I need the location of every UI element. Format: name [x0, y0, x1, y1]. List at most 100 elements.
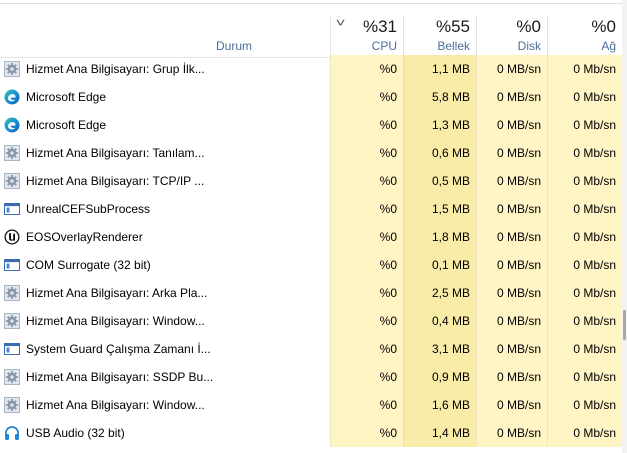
process-name-cell: Hizmet Ana Bilgisayarı: Grup İlk... — [4, 55, 330, 83]
process-row[interactable]: USB Audio (32 bit) %0 1,4 MB 0 MB/sn 0 Mb/sn — [0, 419, 622, 447]
gear-icon — [4, 61, 20, 77]
gear-icon — [4, 397, 20, 413]
column-header-name[interactable]: Durum — [0, 16, 330, 57]
network-usage-cell: 0 Mb/sn — [547, 251, 622, 279]
memory-usage-cell: 3,1 MB — [403, 335, 476, 363]
process-name: Hizmet Ana Bilgisayarı: Window... — [26, 398, 205, 412]
cpu-usage-cell: %0 — [330, 111, 403, 139]
process-name-cell: UnrealCEFSubProcess — [4, 195, 330, 223]
disk-usage-cell: 0 MB/sn — [476, 167, 547, 195]
memory-usage-cell: 0,4 MB — [403, 307, 476, 335]
disk-usage-cell: 0 MB/sn — [476, 111, 547, 139]
process-row[interactable]: System Guard Çalışma Zamanı İ... %0 3,1 MB… — [0, 335, 622, 363]
cpu-usage-cell: %0 — [330, 223, 403, 251]
cpu-usage-cell: %0 — [330, 55, 403, 83]
window-icon — [4, 341, 20, 357]
network-usage-cell: 0 Mb/sn — [547, 139, 622, 167]
process-name: System Guard Çalışma Zamanı İ... — [26, 342, 211, 356]
process-row[interactable]: Hizmet Ana Bilgisayarı: Tanılam... %0 0,6 … — [0, 139, 622, 167]
disk-usage-cell: 0 MB/sn — [476, 363, 547, 391]
window-icon — [4, 257, 20, 273]
process-name: Hizmet Ana Bilgisayarı: SSDP Bu... — [26, 370, 214, 384]
memory-usage-cell: 1,8 MB — [403, 223, 476, 251]
memory-usage-cell: 0,1 MB — [403, 251, 476, 279]
cpu-usage-cell: %0 — [330, 279, 403, 307]
process-row[interactable]: EOSOverlayRenderer %0 1,8 MB 0 MB/sn 0 Mb/sn — [0, 223, 622, 251]
gear-icon — [4, 369, 20, 385]
disk-usage-cell: 0 MB/sn — [476, 279, 547, 307]
unreal-icon — [4, 229, 20, 245]
network-usage-cell: 0 Mb/sn — [547, 419, 622, 447]
process-row[interactable]: UnrealCEFSubProcess %0 1,5 MB 0 MB/sn 0 Mb/s… — [0, 195, 622, 223]
memory-usage-cell: 0,6 MB — [403, 139, 476, 167]
process-name-cell: Hizmet Ana Bilgisayarı: TCP/IP ... — [4, 167, 330, 195]
column-header-row: Durum ˅ %31 CPU %55 Bellek %0 Disk %0 Ağ — [0, 16, 622, 58]
process-name-cell: USB Audio (32 bit) — [4, 419, 330, 447]
disk-total-percent: %0 — [516, 17, 541, 36]
process-name-cell: COM Surrogate (32 bit) — [4, 251, 330, 279]
window-icon — [4, 201, 20, 217]
process-name: EOSOverlayRenderer — [26, 230, 143, 244]
process-name-cell: Microsoft Edge — [4, 83, 330, 111]
cpu-column-label: CPU — [371, 39, 397, 53]
process-row[interactable]: Hizmet Ana Bilgisayarı: Window... %0 1,6 M… — [0, 391, 622, 419]
edge-icon — [4, 89, 20, 105]
cpu-usage-cell: %0 — [330, 419, 403, 447]
process-row[interactable]: Hizmet Ana Bilgisayarı: SSDP Bu... %0 0,9 … — [0, 363, 622, 391]
network-usage-cell: 0 Mb/sn — [547, 55, 622, 83]
column-header-memory[interactable]: %55 Bellek — [403, 16, 476, 57]
process-name-cell: Hizmet Ana Bilgisayarı: Arka Pla... — [4, 279, 330, 307]
network-usage-cell: 0 Mb/sn — [547, 335, 622, 363]
cpu-usage-cell: %0 — [330, 251, 403, 279]
process-row[interactable]: Hizmet Ana Bilgisayarı: Arka Pla... %0 2,5… — [0, 279, 622, 307]
network-usage-cell: 0 Mb/sn — [547, 223, 622, 251]
network-total-percent: %0 — [591, 17, 616, 36]
column-header-cpu[interactable]: %31 CPU — [330, 16, 403, 57]
cpu-usage-cell: %0 — [330, 307, 403, 335]
vertical-scrollbar[interactable] — [622, 0, 627, 453]
gear-icon — [4, 313, 20, 329]
process-name-cell: Hizmet Ana Bilgisayarı: Window... — [4, 307, 330, 335]
cpu-usage-cell: %0 — [330, 195, 403, 223]
memory-usage-cell: 1,4 MB — [403, 419, 476, 447]
disk-usage-cell: 0 MB/sn — [476, 55, 547, 83]
process-row[interactable]: COM Surrogate (32 bit) %0 0,1 MB 0 MB/sn 0 M… — [0, 251, 622, 279]
memory-column-label: Bellek — [437, 39, 470, 53]
column-header-disk[interactable]: %0 Disk — [476, 16, 547, 57]
process-name-cell: Microsoft Edge — [4, 111, 330, 139]
process-name: Hizmet Ana Bilgisayarı: Window... — [26, 314, 205, 328]
network-usage-cell: 0 Mb/sn — [547, 111, 622, 139]
network-usage-cell: 0 Mb/sn — [547, 195, 622, 223]
cpu-total-percent: %31 — [362, 17, 397, 36]
memory-usage-cell: 2,5 MB — [403, 279, 476, 307]
gear-icon — [4, 285, 20, 301]
disk-usage-cell: 0 MB/sn — [476, 83, 547, 111]
cpu-usage-cell: %0 — [330, 139, 403, 167]
process-row[interactable]: Hizmet Ana Bilgisayarı: Grup İlk... %0 1,1… — [0, 55, 622, 83]
top-divider — [0, 0, 627, 4]
disk-usage-cell: 0 MB/sn — [476, 195, 547, 223]
memory-usage-cell: 1,5 MB — [403, 195, 476, 223]
network-usage-cell: 0 Mb/sn — [547, 167, 622, 195]
column-header-network[interactable]: %0 Ağ — [547, 16, 622, 57]
process-name-cell: Hizmet Ana Bilgisayarı: Window... — [4, 391, 330, 419]
process-row[interactable]: Hizmet Ana Bilgisayarı: Window... %0 0,4 M… — [0, 307, 622, 335]
process-name: Hizmet Ana Bilgisayarı: Arka Pla... — [26, 286, 208, 300]
memory-total-percent: %55 — [435, 17, 470, 36]
scrollbar-thumb[interactable] — [623, 310, 626, 340]
memory-usage-cell: 0,9 MB — [403, 363, 476, 391]
cpu-usage-cell: %0 — [330, 167, 403, 195]
process-name: UnrealCEFSubProcess — [26, 202, 151, 216]
process-row[interactable]: Microsoft Edge %0 5,8 MB 0 MB/sn 0 Mb/sn — [0, 83, 622, 111]
process-list: Hizmet Ana Bilgisayarı: Grup İlk... %0 1,1… — [0, 55, 622, 447]
network-usage-cell: 0 Mb/sn — [547, 363, 622, 391]
network-usage-cell: 0 Mb/sn — [547, 83, 622, 111]
disk-usage-cell: 0 MB/sn — [476, 391, 547, 419]
disk-usage-cell: 0 MB/sn — [476, 251, 547, 279]
process-row[interactable]: Microsoft Edge %0 1,3 MB 0 MB/sn 0 Mb/sn — [0, 111, 622, 139]
disk-usage-cell: 0 MB/sn — [476, 223, 547, 251]
process-row[interactable]: Hizmet Ana Bilgisayarı: TCP/IP ... %0 0,5 … — [0, 167, 622, 195]
process-name: Hizmet Ana Bilgisayarı: TCP/IP ... — [26, 174, 205, 188]
process-name: Microsoft Edge — [26, 90, 107, 104]
process-name: Hizmet Ana Bilgisayarı: Grup İlk... — [26, 62, 205, 76]
